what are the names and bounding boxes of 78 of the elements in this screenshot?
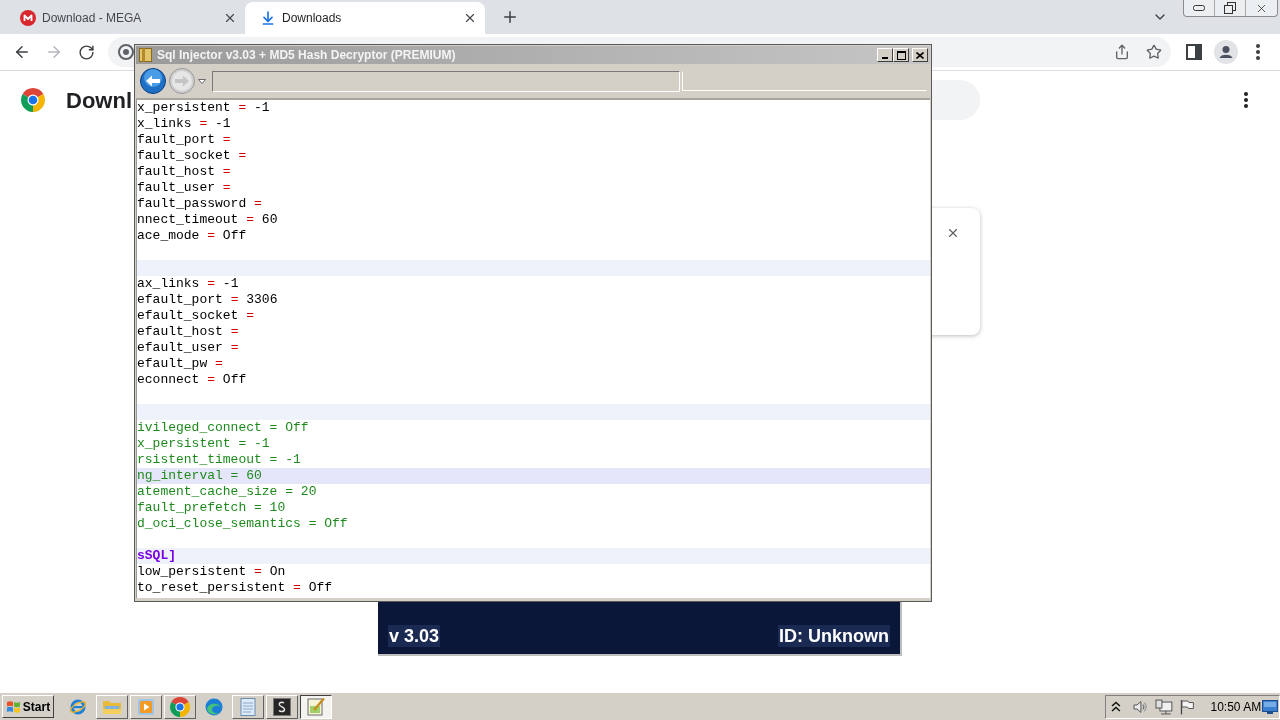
- plus-icon: [501, 8, 519, 26]
- code-line: fault_user =: [137, 180, 232, 196]
- comment-line: atement_cache_size = 20: [137, 484, 318, 500]
- side-panel-icon: [1186, 44, 1202, 60]
- code-line: x_persistent = -1: [137, 100, 271, 116]
- close-icon: [223, 11, 237, 25]
- code-line: efault_pw =: [137, 356, 224, 372]
- network-icon[interactable]: [1154, 698, 1173, 715]
- bookmark-star-icon[interactable]: [1146, 44, 1162, 60]
- speaker-icon[interactable]: [1131, 698, 1148, 715]
- monitor-icon: [1261, 699, 1278, 714]
- window-app-icon: [139, 48, 152, 62]
- share-icon[interactable]: [1114, 44, 1130, 60]
- code-line: econnect = Off: [137, 372, 248, 388]
- window-minimize-button[interactable]: [877, 48, 893, 62]
- minimize-icon: [882, 57, 888, 59]
- browser-logo-icon: [170, 696, 190, 717]
- folder-icon: [102, 698, 122, 715]
- page-heading: Downl: [66, 86, 132, 115]
- circle-logo-icon: [20, 10, 36, 26]
- close-icon: [916, 51, 924, 59]
- taskbar-button[interactable]: [300, 694, 332, 719]
- site-info-icon: [118, 44, 134, 60]
- download-icon: [260, 10, 276, 26]
- reload-icon: [77, 43, 95, 61]
- avatar-icon: [1214, 40, 1238, 64]
- comment-line: fault_prefetch = 10: [137, 500, 287, 516]
- caret-icon: [198, 78, 206, 84]
- start-flag-icon: [5, 699, 21, 714]
- more-vertical-icon: [1256, 44, 1260, 60]
- comment-line: x_persistent = -1: [137, 436, 271, 452]
- card-close-button[interactable]: [946, 226, 960, 240]
- back-button[interactable]: [140, 68, 166, 94]
- code-line: fault_port =: [137, 132, 232, 148]
- window-maximize-button[interactable]: [893, 48, 909, 62]
- code-line: x_links = -1: [137, 116, 232, 132]
- maximize-icon: [896, 50, 906, 60]
- flag-icon[interactable]: [1178, 698, 1195, 715]
- more-vertical-icon: [1244, 92, 1248, 108]
- notepad-pencil-icon: [306, 697, 326, 716]
- start-button[interactable]: Start: [2, 695, 54, 718]
- browser-tab[interactable]: Downloads: [245, 2, 485, 34]
- notepad-icon: [240, 697, 256, 716]
- code-line: low_persistent = On: [137, 564, 287, 580]
- forward-arrow-icon: [45, 43, 63, 61]
- forward-arrow-icon: [169, 68, 195, 94]
- close-icon: [463, 11, 477, 25]
- play-icon: [137, 697, 155, 716]
- code-line: efault_user =: [137, 340, 240, 356]
- window-title: Sql Injector v3.03 + MD5 Hash Decryptor (PREMIUM): [157, 49, 456, 61]
- id-label: ID: Unknown: [778, 625, 890, 647]
- address-field[interactable]: [212, 70, 680, 92]
- code-line: ax_links = -1: [137, 276, 240, 292]
- ring-orbit-icon: [69, 697, 87, 716]
- browser-logo-icon: [21, 88, 45, 112]
- app-tile-icon: [273, 697, 291, 716]
- code-line: efault_port = 3306: [137, 292, 279, 308]
- comment-line: d_oci_close_semantics = Off: [137, 516, 349, 532]
- code-line: fault_password =: [137, 196, 263, 212]
- code-line: to_reset_persistent = Off: [137, 580, 334, 596]
- new-tab-button[interactable]: [501, 8, 519, 26]
- code-line: nnect_timeout = 60: [137, 212, 279, 228]
- code-line: fault_host =: [137, 164, 232, 180]
- version-label: v 3.03: [388, 625, 441, 647]
- code-line: efault_host =: [137, 324, 240, 340]
- comment-line: rsistent_timeout = -1: [137, 452, 302, 468]
- clock-time: 10:50 AM: [1210, 698, 1262, 716]
- window-close-button[interactable]: [912, 48, 928, 62]
- code-line: fault_socket =: [137, 148, 248, 164]
- browser-tab[interactable]: Download - MEGA: [5, 2, 245, 34]
- section-header: sSQL]: [137, 548, 930, 564]
- swirl-icon: [205, 697, 223, 716]
- close-icon: [946, 226, 960, 240]
- code-line: efault_socket =: [137, 308, 256, 324]
- show-hidden-icons-icon[interactable]: [1111, 700, 1121, 713]
- comment-line: ivileged_connect = Off: [137, 420, 310, 436]
- minimize-icon: [1193, 5, 1205, 11]
- code-line: ace_mode = Off: [137, 228, 248, 244]
